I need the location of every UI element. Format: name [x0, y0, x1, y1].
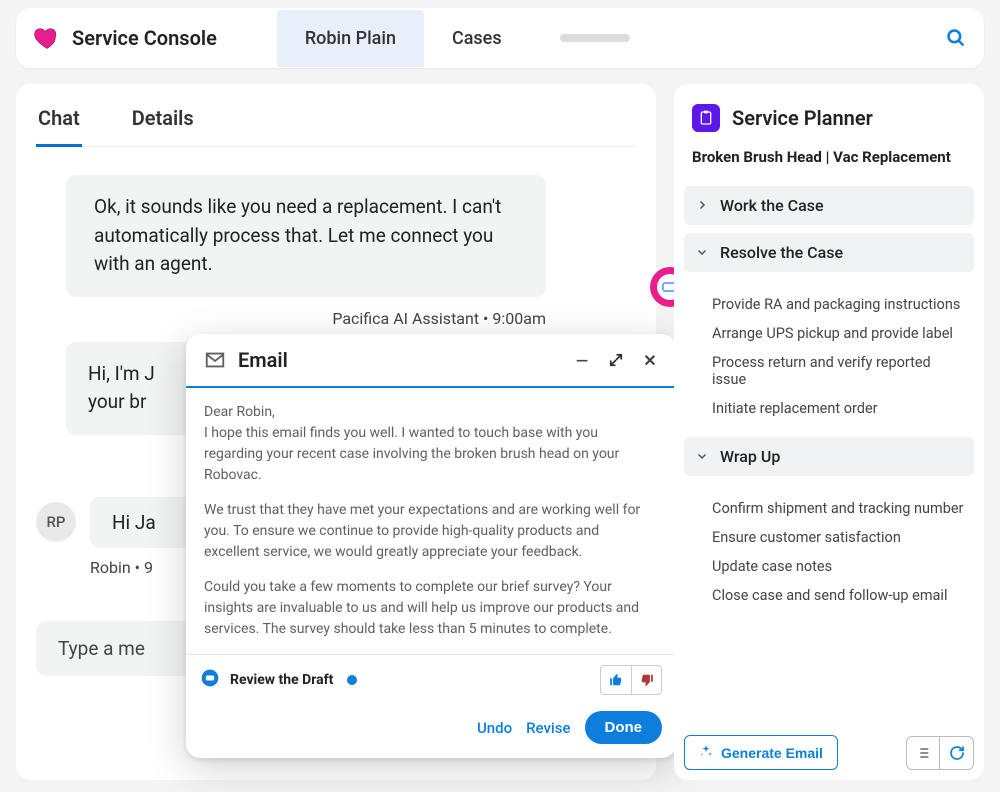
top-bar: Service Console Robin Plain Cases	[16, 8, 984, 68]
email-p1: I hope this email finds you well. I want…	[204, 425, 619, 483]
section-label: Resolve the Case	[720, 243, 843, 262]
planner-item[interactable]: Arrange UPS pickup and provide label	[712, 319, 968, 348]
section-work-the-case[interactable]: Work the Case	[684, 186, 974, 225]
tab-cases[interactable]: Cases	[424, 10, 530, 67]
service-planner-subtitle: Broken Brush Head | Vac Replacement	[684, 148, 974, 186]
undo-button[interactable]: Undo	[477, 719, 512, 737]
left-tabs: Chat Details	[36, 100, 636, 147]
left-panel: Chat Details Ok, it sounds like you need…	[16, 84, 656, 780]
clipboard-icon	[692, 104, 720, 132]
planner-item[interactable]: Confirm shipment and tracking number	[712, 494, 968, 523]
email-greeting: Dear Robin,	[204, 404, 275, 420]
app-title: Service Console	[72, 26, 217, 50]
info-icon[interactable]	[347, 675, 357, 685]
tab-details[interactable]: Details	[130, 100, 196, 146]
email-body: Dear Robin, I hope this email finds you …	[186, 388, 676, 654]
service-planner-panel: Service Planner Broken Brush Head | Vac …	[674, 84, 984, 780]
email-actions: Undo Revise Done	[186, 705, 676, 758]
expand-icon[interactable]	[608, 352, 624, 368]
planner-footer: Generate Email	[684, 735, 974, 770]
list-icon-button[interactable]	[906, 736, 940, 770]
compose-input[interactable]: Type a me	[36, 621, 206, 676]
email-popup: Email — ✕ Dear Robin, I hope this email …	[186, 334, 676, 758]
chevron-right-icon	[696, 196, 710, 215]
customer-avatar: RP	[36, 502, 76, 542]
wrapup-items: Confirm shipment and tracking number Ens…	[684, 484, 974, 624]
email-review-bar: Review the Draft	[186, 654, 676, 705]
heart-icon	[32, 23, 62, 53]
sparkle-icon	[699, 744, 713, 761]
section-wrap-up[interactable]: Wrap Up	[684, 437, 974, 476]
close-icon[interactable]: ✕	[642, 352, 658, 368]
service-planner-title: Service Planner	[732, 106, 873, 130]
resolve-items: Provide RA and packaging instructions Ar…	[684, 280, 974, 437]
tab-chat[interactable]: Chat	[36, 100, 82, 147]
done-button[interactable]: Done	[585, 711, 663, 744]
bot-message-meta: Pacifica AI Assistant • 9:00am	[66, 309, 546, 328]
footer-button-group	[906, 736, 974, 770]
section-label: Wrap Up	[720, 447, 780, 466]
planner-item[interactable]: Ensure customer satisfaction	[712, 523, 968, 552]
minimize-icon[interactable]: —	[574, 352, 590, 368]
generate-email-button[interactable]: Generate Email	[684, 735, 838, 770]
top-tabs: Robin Plain Cases	[277, 10, 630, 67]
email-p3: Could you take a few moments to complete…	[204, 577, 658, 640]
email-title: Email	[238, 348, 288, 372]
refresh-icon-button[interactable]	[940, 736, 974, 770]
email-header: Email — ✕	[186, 334, 676, 388]
planner-item[interactable]: Process return and verify reported issue	[712, 348, 968, 394]
section-label: Work the Case	[720, 196, 824, 215]
envelope-icon	[204, 349, 226, 371]
planner-item[interactable]: Initiate replacement order	[712, 394, 968, 423]
thumbs-up-button[interactable]	[601, 666, 631, 694]
chevron-down-icon	[696, 447, 710, 466]
agent-message-text: Hi, I'm J your br	[66, 342, 206, 435]
planner-item[interactable]: Update case notes	[712, 552, 968, 581]
planner-item[interactable]: Close case and send follow-up email	[712, 581, 968, 610]
bot-message-text: Ok, it sounds like you need a replacemen…	[66, 175, 546, 297]
email-window-controls: — ✕	[574, 352, 658, 368]
service-planner-header: Service Planner	[684, 100, 974, 148]
section-resolve-the-case[interactable]: Resolve the Case	[684, 233, 974, 272]
revise-button[interactable]: Revise	[526, 719, 570, 737]
tab-robin-plain[interactable]: Robin Plain	[277, 10, 424, 67]
planner-item[interactable]: Provide RA and packaging instructions	[712, 290, 968, 319]
email-p2: We trust that they have met your expecta…	[204, 500, 658, 563]
chevron-down-icon	[696, 243, 710, 262]
search-icon[interactable]	[944, 26, 968, 50]
review-draft-label: Review the Draft	[230, 672, 333, 688]
thumbs-down-button[interactable]	[631, 666, 661, 694]
generate-email-label: Generate Email	[721, 745, 823, 761]
einstein-icon	[200, 668, 220, 692]
bot-message-1: Ok, it sounds like you need a replacemen…	[66, 175, 636, 328]
tab-placeholder	[560, 34, 630, 42]
feedback-buttons	[600, 665, 662, 695]
